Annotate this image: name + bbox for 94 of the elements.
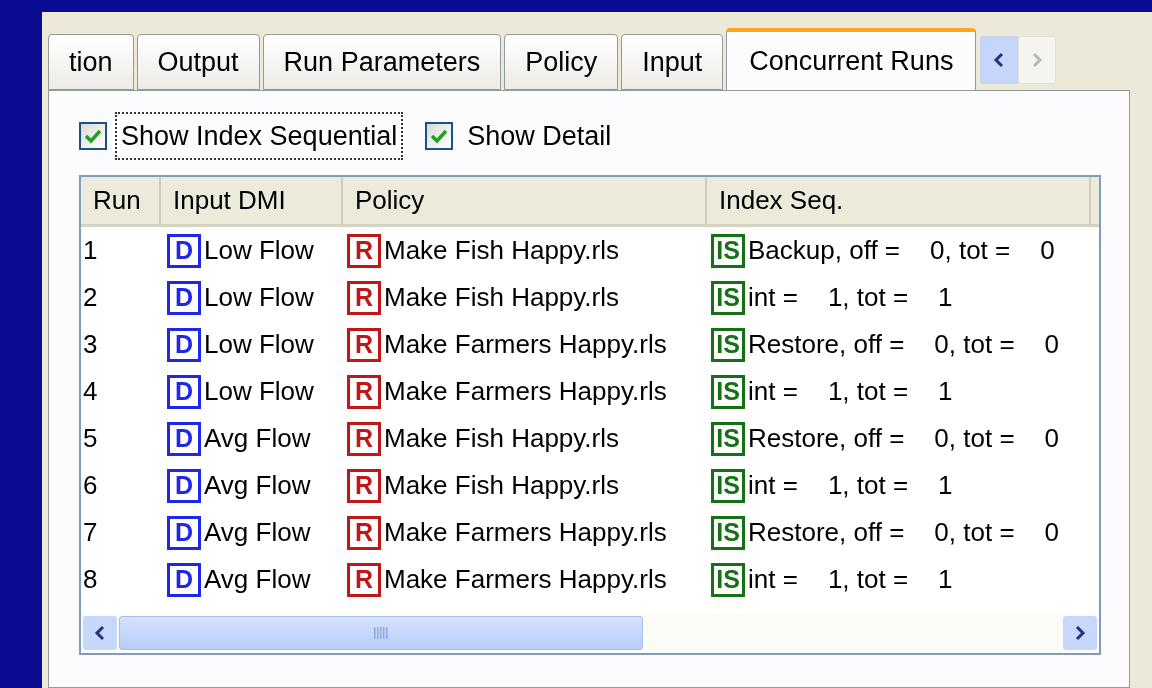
input-dmi-name: Low Flow	[204, 328, 314, 361]
input-dmi-name: Avg Flow	[204, 422, 311, 455]
badge-icon: IS	[711, 233, 745, 268]
checkbox[interactable]	[425, 122, 454, 150]
input-dmi-name: Low Flow	[204, 281, 314, 314]
index-seq-label: int =	[748, 469, 798, 502]
index-seq-value: 1, tot =	[827, 375, 909, 408]
policy-file: Make Fish Happy.rls	[384, 422, 620, 455]
input-dmi-name: Low Flow	[204, 234, 314, 267]
policy-file: Make Farmers Happy.rls	[384, 563, 667, 596]
input-dmi-name: Avg Flow	[204, 516, 311, 549]
scroll-right-button[interactable]	[1063, 616, 1097, 650]
run-number: 1	[83, 235, 98, 265]
policy-file: Make Fish Happy.rls	[384, 234, 620, 267]
run-number: 7	[83, 517, 98, 547]
tab[interactable]: Run Parameters	[262, 34, 502, 90]
grip-icon	[373, 627, 389, 639]
badge-icon: R	[347, 327, 381, 362]
badge-icon: D	[167, 327, 201, 362]
badge-icon: IS	[711, 374, 745, 409]
policy-file: Make Farmers Happy.rls	[384, 516, 667, 549]
index-seq-total: 0	[1040, 234, 1055, 267]
scroll-thumb[interactable]	[119, 616, 643, 650]
badge-icon: IS	[711, 515, 745, 550]
horizontal-scrollbar[interactable]	[81, 613, 1099, 653]
index-seq-label: Backup, off =	[748, 234, 900, 267]
index-seq-value: 0, tot =	[934, 516, 1015, 549]
index-seq-total: 0	[1044, 422, 1060, 455]
column-header[interactable]: Run	[81, 177, 161, 224]
checkbox-label: Show Detail	[466, 119, 613, 153]
badge-icon: R	[347, 421, 381, 456]
run-number: 6	[83, 470, 98, 500]
tab[interactable]: tion	[48, 34, 134, 90]
run-number: 3	[83, 329, 98, 359]
badge-icon: D	[167, 468, 201, 503]
check-icon	[84, 128, 102, 144]
index-seq-label: Restore, off =	[748, 422, 905, 455]
index-seq-total: 0	[1044, 516, 1060, 549]
tab[interactable]: Policy	[504, 34, 619, 90]
badge-icon: D	[167, 374, 201, 409]
badge-icon: IS	[711, 468, 745, 503]
index-seq-value: 0, tot =	[934, 328, 1015, 361]
badge-icon: IS	[711, 421, 745, 456]
index-seq-value: 1, tot =	[827, 281, 909, 314]
column-header[interactable]: Input DMI	[161, 177, 343, 224]
badge-icon: R	[347, 562, 381, 597]
index-seq-label: int =	[748, 375, 798, 408]
policy-file: Make Farmers Happy.rls	[384, 328, 667, 361]
scroll-left-button[interactable]	[83, 616, 117, 650]
badge-icon: R	[347, 468, 381, 503]
badge-icon: R	[347, 233, 381, 268]
index-seq-total: 0	[1044, 328, 1060, 361]
tab-back-button[interactable]	[980, 36, 1019, 84]
tab[interactable]: Input	[621, 34, 724, 90]
column-header[interactable]: Policy	[343, 177, 707, 224]
index-seq-value: 1, tot =	[827, 563, 909, 596]
policy-file: Make Fish Happy.rls	[384, 281, 620, 314]
index-seq-total: 1	[938, 375, 953, 408]
check-icon	[430, 128, 449, 144]
run-number: 4	[83, 376, 98, 406]
badge-icon: D	[167, 562, 201, 597]
badge-icon: D	[167, 233, 201, 268]
index-seq-label: int =	[748, 281, 798, 314]
checkbox-label: Show Index Sequential	[115, 111, 404, 161]
index-seq-label: int =	[748, 563, 798, 596]
index-seq-total: 1	[938, 281, 953, 314]
policy-file: Make Farmers Happy.rls	[384, 375, 667, 408]
run-number: 2	[83, 282, 98, 312]
run-number: 8	[83, 564, 98, 594]
badge-icon: IS	[711, 280, 745, 315]
badge-icon: D	[167, 421, 201, 456]
badge-icon: D	[167, 515, 201, 550]
index-seq-value: 0, tot =	[930, 234, 1011, 267]
input-dmi-name: Low Flow	[204, 375, 314, 408]
badge-icon: R	[347, 374, 381, 409]
index-seq-total: 1	[938, 563, 953, 596]
badge-icon: IS	[711, 562, 745, 597]
index-seq-label: Restore, off =	[748, 516, 905, 549]
index-seq-value: 1, tot =	[827, 469, 909, 502]
column-header[interactable]: Index Seq.	[707, 177, 1091, 224]
index-seq-total: 1	[938, 469, 953, 502]
checkbox[interactable]	[79, 122, 107, 150]
badge-icon: R	[347, 280, 381, 315]
index-seq-label: Restore, off =	[748, 328, 905, 361]
run-number: 5	[83, 423, 98, 453]
tab[interactable]: Concurrent Runs	[726, 28, 977, 90]
index-seq-value: 0, tot =	[934, 422, 1015, 455]
input-dmi-name: Avg Flow	[204, 469, 311, 502]
policy-file: Make Fish Happy.rls	[384, 469, 620, 502]
badge-icon: IS	[711, 327, 745, 362]
badge-icon: D	[167, 280, 201, 315]
badge-icon: R	[347, 515, 381, 550]
tab[interactable]: Output	[136, 34, 260, 90]
input-dmi-name: Avg Flow	[204, 563, 311, 596]
